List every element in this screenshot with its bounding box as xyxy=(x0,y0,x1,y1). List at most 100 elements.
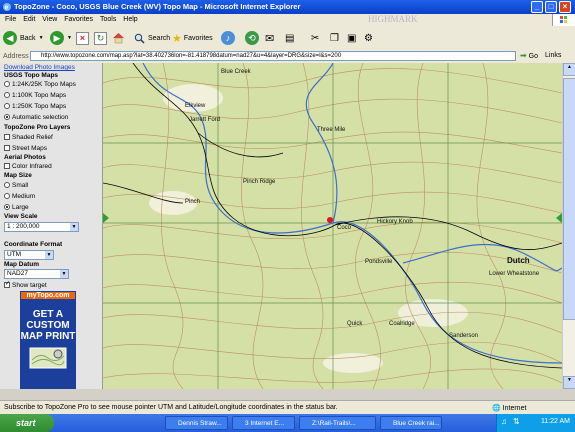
radio-100k[interactable]: 1:100K Topo Maps xyxy=(4,92,66,99)
media-button[interactable]: ♪ xyxy=(221,30,235,46)
network-icon[interactable]: ⇅ xyxy=(513,417,520,426)
map-label: Hickory Knob xyxy=(377,219,413,225)
address-input[interactable]: http://www.topozone.com/map.asp?lat=38.4… xyxy=(30,51,516,61)
window-title: TopoZone - Coco, USGS Blue Creek (WV) To… xyxy=(14,2,301,11)
checkbox[interactable] xyxy=(4,145,10,152)
favorites-button[interactable]: ★ Favorites xyxy=(172,30,213,46)
datum-select[interactable]: NAD27 ▼ xyxy=(4,269,69,279)
radio-button[interactable] xyxy=(4,114,10,121)
radio-button[interactable] xyxy=(4,81,10,88)
scale-select[interactable]: 1 : 200,000 ▼ xyxy=(4,222,79,232)
radio-large[interactable]: Large xyxy=(4,204,29,211)
task-button[interactable]: Z:\Rail-Trails\... xyxy=(299,416,376,430)
forward-button[interactable]: ▶ ▼ xyxy=(50,30,72,46)
paste-icon: ▣ xyxy=(347,32,357,44)
ad-line-1: GET A xyxy=(32,309,64,320)
topo-map[interactable]: Blue Creek Elkview Jarrett Ford Three Mi… xyxy=(103,63,562,389)
discuss-button[interactable]: ⚙ xyxy=(364,30,373,46)
aerial-header: Aerial Photos xyxy=(4,154,46,161)
check-color-infrared[interactable]: Color Infrared xyxy=(4,163,52,170)
start-button[interactable]: start xyxy=(0,414,54,432)
mytopo-ad[interactable]: myTopo.com GET A CUSTOM MAP PRINT xyxy=(20,291,76,389)
windows-logo-icon xyxy=(552,14,575,26)
map-label: Elkview xyxy=(185,103,206,109)
radio-button[interactable] xyxy=(4,92,10,99)
map-label: Lower Wheatstone xyxy=(489,271,540,277)
radio-button[interactable] xyxy=(4,103,10,110)
history-button[interactable]: ⟲ xyxy=(245,30,259,46)
radio-button[interactable] xyxy=(4,193,10,200)
search-icon xyxy=(134,33,145,44)
stop-button[interactable]: × xyxy=(76,30,89,46)
scroll-down-icon[interactable]: ▼ xyxy=(563,376,575,389)
checkbox[interactable] xyxy=(4,280,10,289)
radio-250k[interactable]: 1:250K Topo Maps xyxy=(4,103,66,110)
status-message: Subscribe to TopoZone Pro to see mouse p… xyxy=(4,404,338,411)
taskbar: start Dennis Straw... 3 Internet E... Z:… xyxy=(0,414,575,432)
security-zone: 🌐 Internet xyxy=(492,405,527,412)
pan-west-arrow-icon[interactable] xyxy=(103,213,109,223)
check-street-maps[interactable]: Street Maps xyxy=(4,145,47,152)
radio-button[interactable] xyxy=(4,204,10,211)
radio-24k[interactable]: 1:24K/25K Topo Maps xyxy=(4,81,76,88)
usgs-header: USGS Topo Maps xyxy=(4,72,59,79)
menu-favorites[interactable]: Favorites xyxy=(64,16,93,23)
maximize-button[interactable]: □ xyxy=(545,1,557,13)
status-bar: Subscribe to TopoZone Pro to see mouse p… xyxy=(0,400,575,414)
coord-select[interactable]: UTM ▼ xyxy=(4,250,54,260)
task-button[interactable]: Dennis Straw... xyxy=(165,416,228,430)
map-label: Pinch Ridge xyxy=(243,179,276,185)
chevron-down-icon: ▼ xyxy=(60,270,68,278)
map-label: Quick xyxy=(347,321,363,327)
map-options-sidebar: Download Photo Images USGS Topo Maps 1:2… xyxy=(0,63,103,389)
menu-file[interactable]: File xyxy=(5,16,16,23)
menu-edit[interactable]: Edit xyxy=(23,16,35,23)
title-bar: e TopoZone - Coco, USGS Blue Creek (WV) … xyxy=(0,0,575,14)
stop-icon: × xyxy=(76,31,89,45)
links-button[interactable]: Links xyxy=(545,52,561,59)
mytopo-logo: myTopo.com xyxy=(21,292,75,299)
scroll-thumb[interactable] xyxy=(563,78,575,320)
radio-button[interactable] xyxy=(4,182,10,189)
task-button[interactable]: Blue Creek rai... xyxy=(380,416,442,430)
go-button[interactable]: ➡ Go xyxy=(520,51,538,60)
back-button[interactable]: ◀ Back ▼ xyxy=(3,30,44,46)
search-button[interactable]: Search xyxy=(134,30,170,46)
datum-header: Map Datum xyxy=(4,261,40,268)
copy-button[interactable]: ❐ xyxy=(330,30,339,46)
topo-map-canvas: Blue Creek Elkview Jarrett Ford Three Mi… xyxy=(103,63,562,389)
menu-view[interactable]: View xyxy=(42,16,57,23)
print-button[interactable]: ▤ xyxy=(285,30,294,46)
close-button[interactable]: × xyxy=(559,1,571,13)
vertical-scrollbar[interactable]: ▲ ▼ xyxy=(562,63,575,389)
menu-tools[interactable]: Tools xyxy=(100,16,116,23)
task-button[interactable]: 3 Internet E... xyxy=(232,416,295,430)
checkbox[interactable] xyxy=(4,134,10,141)
pro-header: TopoZone Pro Layers xyxy=(4,124,71,131)
map-label: Coco xyxy=(337,225,352,231)
menu-help[interactable]: Help xyxy=(123,16,137,23)
map-label: Pondsville xyxy=(365,259,393,265)
home-icon xyxy=(113,33,124,44)
scale-header: View Scale xyxy=(4,213,38,220)
radio-automatic[interactable]: Automatic selection xyxy=(4,114,68,121)
home-button[interactable] xyxy=(112,30,125,46)
map-label: Sanderson xyxy=(449,333,478,339)
clock: 11:22 AM xyxy=(540,418,570,425)
radio-medium[interactable]: Medium xyxy=(4,193,35,200)
check-show-target[interactable]: Show target xyxy=(4,280,47,289)
check-shaded-relief[interactable]: Shaded Relief xyxy=(4,134,53,141)
cut-button[interactable]: ✂ xyxy=(311,30,319,46)
svg-text:e: e xyxy=(5,5,9,12)
checkbox[interactable] xyxy=(4,163,10,170)
download-photo-link[interactable]: Download Photo Images xyxy=(4,64,75,71)
history-icon: ⟲ xyxy=(245,31,259,45)
radio-small[interactable]: Small xyxy=(4,182,28,189)
minimize-button[interactable]: _ xyxy=(531,1,543,13)
refresh-button[interactable]: ↻ xyxy=(94,30,107,46)
paste-button[interactable]: ▣ xyxy=(347,30,356,46)
volume-icon[interactable]: ♫ xyxy=(501,417,507,426)
mail-button[interactable]: ✉ xyxy=(265,30,274,46)
scroll-up-icon[interactable]: ▲ xyxy=(563,63,575,76)
chevron-down-icon: ▼ xyxy=(38,35,44,41)
